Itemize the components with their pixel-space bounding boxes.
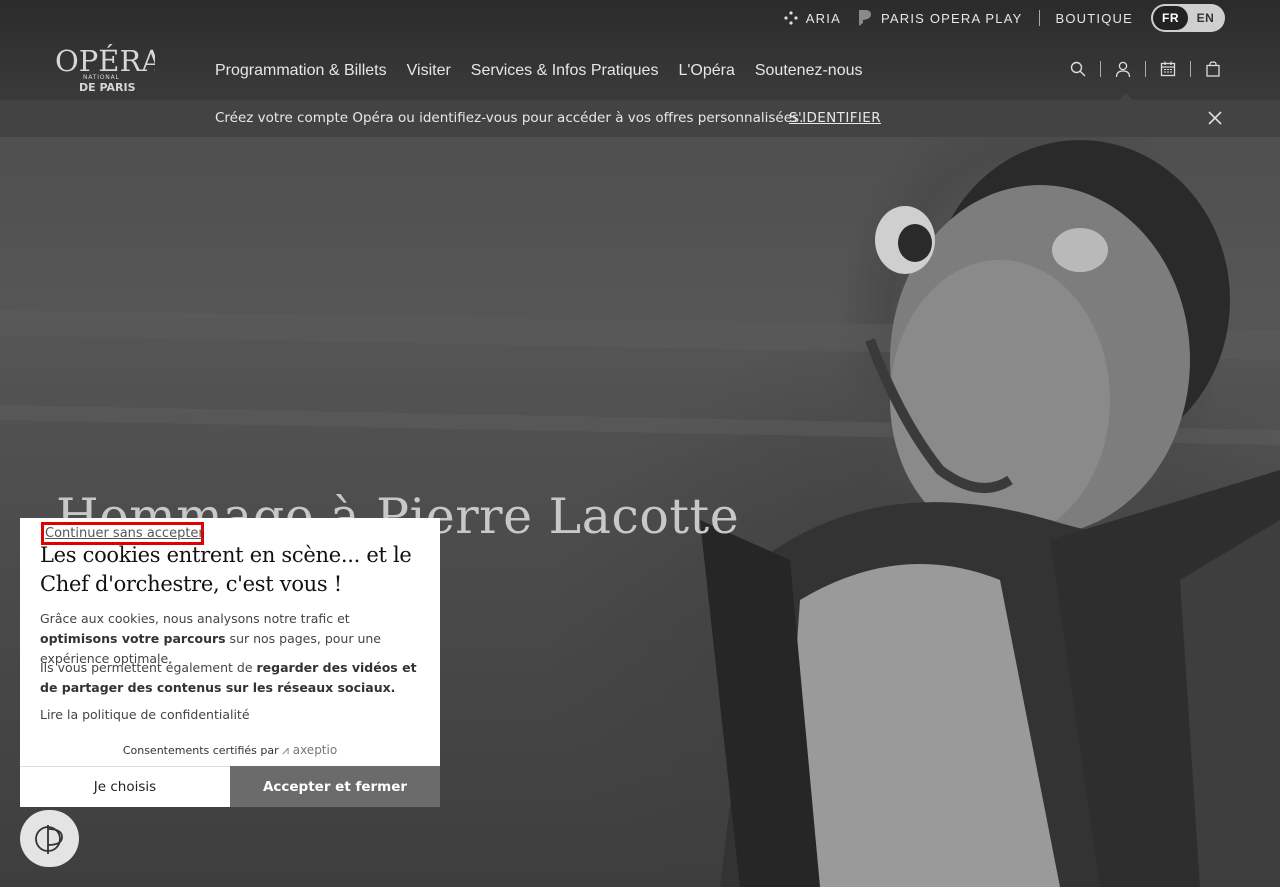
account-button[interactable] <box>1112 58 1134 80</box>
axeptio-logo[interactable]: ⩘ axeptio <box>282 743 337 757</box>
language-switcher: FR EN <box>1151 4 1225 32</box>
sign-in-link[interactable]: S'IDENTIFIER <box>789 110 881 126</box>
banner-text: Créez votre compte Opéra ou identifiez-v… <box>215 110 804 126</box>
lang-fr-button[interactable]: FR <box>1153 6 1188 30</box>
main-navigation: Programmation & Billets Visiter Services… <box>215 62 883 80</box>
close-icon[interactable] <box>1207 110 1223 126</box>
cookie-title: Les cookies entrent en scène... et le Ch… <box>40 543 412 596</box>
cookie-text-1a: Grâce aux cookies, nous analysons notre … <box>40 611 350 626</box>
divider <box>1100 61 1101 77</box>
lang-en-button[interactable]: EN <box>1188 6 1223 30</box>
boutique-label: BOUTIQUE <box>1055 10 1133 26</box>
search-button[interactable] <box>1067 58 1089 80</box>
shopping-bag-icon <box>1206 61 1220 77</box>
calendar-icon <box>1160 61 1176 77</box>
header-utilities <box>1067 58 1224 80</box>
choose-button[interactable]: Je choisis <box>20 766 230 807</box>
calendar-button[interactable] <box>1157 58 1179 80</box>
cart-button[interactable] <box>1202 58 1224 80</box>
logo-line1: OPÉRA <box>55 43 155 78</box>
privacy-policy-link[interactable]: Lire la politique de confidentialité <box>40 707 250 722</box>
axeptio-label: axeptio <box>292 743 338 757</box>
cookie-settings-button[interactable] <box>20 810 79 867</box>
account-banner: Créez votre compte Opéra ou identifiez-v… <box>0 100 1280 137</box>
cookie-text-2a: Ils vous permettent également de <box>40 660 257 675</box>
top-utility-bar: ARIA PARIS OPERA PLAY BOUTIQUE FR EN <box>776 4 1225 32</box>
certified-by: Consentements certifiés par ⩘ axeptio <box>20 743 440 758</box>
user-icon <box>1115 61 1131 77</box>
aria-label: ARIA <box>805 10 841 26</box>
logo-line3: DE PARIS <box>79 81 136 94</box>
boutique-link[interactable]: BOUTIQUE <box>1048 11 1142 26</box>
paris-opera-play-label: PARIS OPERA PLAY <box>880 10 1023 26</box>
accept-and-close-button[interactable]: Accepter et fermer <box>230 766 440 807</box>
nav-visiter[interactable]: Visiter <box>407 62 451 80</box>
nav-soutenez[interactable]: Soutenez-nous <box>755 62 863 80</box>
aria-icon <box>784 11 798 25</box>
site-header: ARIA PARIS OPERA PLAY BOUTIQUE FR EN OPÉ… <box>0 0 1280 100</box>
aria-link[interactable]: ARIA <box>776 11 849 26</box>
opera-monogram-icon <box>34 824 63 854</box>
certified-label: Consentements certifiés par <box>122 744 279 757</box>
nav-programmation[interactable]: Programmation & Billets <box>215 62 387 80</box>
divider <box>1038 10 1040 26</box>
nav-services[interactable]: Services & Infos Pratiques <box>471 62 659 80</box>
cookie-text-2: Ils vous permettent également de regarde… <box>40 658 420 698</box>
divider <box>1190 61 1191 77</box>
cookie-text-1b: optimisons votre parcours <box>40 631 226 646</box>
opera-logo[interactable]: OPÉRA NATIONAL DE PARIS <box>55 42 155 94</box>
paris-opera-play-link[interactable]: PARIS OPERA PLAY <box>849 9 1031 27</box>
logo-line2: NATIONAL <box>83 74 120 81</box>
divider <box>1145 61 1146 77</box>
nav-lopera[interactable]: L'Opéra <box>678 62 734 80</box>
search-icon <box>1070 61 1086 77</box>
opera-play-icon <box>858 10 871 26</box>
account-caret-icon <box>1119 93 1133 100</box>
